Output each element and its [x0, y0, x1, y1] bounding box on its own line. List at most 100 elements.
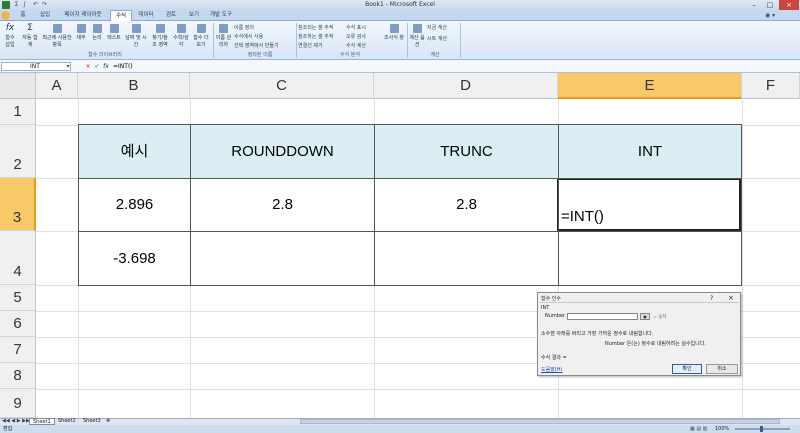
- namebox-dropdown-icon[interactable]: ▾: [64, 62, 72, 71]
- watch-window-button[interactable]: 조사식 창: [384, 24, 404, 41]
- select-all-corner[interactable]: [0, 73, 36, 99]
- insert-function-button[interactable]: fx 함수 삽입: [3, 24, 17, 49]
- help-link[interactable]: 도움말(H): [541, 366, 562, 373]
- minimize-icon[interactable]: –: [747, 0, 761, 10]
- row-header-2[interactable]: 2: [0, 125, 36, 178]
- collapse-dialog-icon[interactable]: ▣: [640, 313, 650, 320]
- view-buttons[interactable]: ▦ ▤ ▥: [690, 425, 707, 433]
- logical-button[interactable]: 논리: [90, 24, 104, 41]
- financial-button[interactable]: 재무: [74, 24, 88, 41]
- date-time-button[interactable]: 날짜 및 시간: [124, 24, 148, 48]
- row-header-4[interactable]: 4: [0, 231, 36, 285]
- group-formula-auditing: 수식 분석: [340, 52, 360, 58]
- cell-d3[interactable]: 2.8: [375, 179, 558, 231]
- number-arg-input[interactable]: [567, 313, 638, 320]
- define-name-item[interactable]: 이름 정의: [234, 25, 254, 31]
- math-trig-button[interactable]: 수학/삼각: [172, 24, 190, 48]
- status-mode: 편집: [3, 426, 13, 432]
- use-in-formula-item[interactable]: 수식에서 사용: [234, 34, 263, 40]
- tab-developer[interactable]: 개발 도구: [206, 10, 236, 21]
- trace-dependents-item[interactable]: 참조하는 셀 추적: [298, 34, 333, 40]
- horizontal-scrollbar[interactable]: [300, 419, 780, 424]
- tab-home[interactable]: 홈: [14, 10, 32, 21]
- confirm-entry-icon[interactable]: ✓: [93, 62, 101, 71]
- sheet-nav-icon[interactable]: ◀◀ ◀ ▶ ▶▶: [2, 418, 30, 425]
- cell-b4[interactable]: -3.698: [79, 232, 190, 285]
- group-function-library: 함수 라이브러리: [88, 52, 122, 58]
- recent-button[interactable]: 최근에 사용한 항목: [42, 24, 72, 48]
- help-icon[interactable]: ◉ ▾: [765, 12, 775, 19]
- cell-e4[interactable]: [559, 232, 741, 285]
- table-border: [78, 124, 742, 125]
- dialog-help-icon[interactable]: ?: [710, 295, 713, 302]
- row-header-6[interactable]: 6: [0, 311, 36, 337]
- office-button[interactable]: [1, 11, 10, 20]
- tab-formulas[interactable]: 수식: [110, 10, 132, 21]
- cell-b2[interactable]: 예시: [79, 125, 190, 178]
- formula-input[interactable]: =INT(): [113, 62, 787, 71]
- function-description: 소수점 아래를 버리고 가장 가까운 정수로 내림합니다.: [541, 331, 654, 337]
- table-border: [78, 231, 742, 232]
- autosum-button[interactable]: Σ 자동 합계: [21, 24, 39, 49]
- cell-c3[interactable]: 2.8: [191, 179, 374, 231]
- trace-precedents-item[interactable]: 참조되는 셀 추적: [298, 25, 333, 31]
- show-formulas-item[interactable]: 수식 표시: [346, 25, 366, 31]
- cell-b3[interactable]: 2.896: [79, 179, 190, 231]
- dialog-close-icon[interactable]: ×: [728, 294, 734, 302]
- name-box[interactable]: INT: [1, 62, 71, 71]
- column-header-c[interactable]: C: [190, 73, 374, 99]
- cell-d2[interactable]: TRUNC: [375, 125, 558, 178]
- calculate-sheet-item[interactable]: 시트 계산: [427, 36, 447, 42]
- zoom-slider-thumb[interactable]: [760, 426, 763, 432]
- row-header-7[interactable]: 7: [0, 337, 36, 363]
- create-from-selection-item[interactable]: 선택 영역에서 만들기: [234, 43, 279, 49]
- ok-button[interactable]: 확인: [672, 364, 702, 374]
- cancel-button[interactable]: 취소: [706, 364, 738, 374]
- fx-insert-icon[interactable]: fx: [102, 62, 110, 71]
- error-checking-item[interactable]: 오류 검사: [346, 34, 366, 40]
- cell-e2[interactable]: INT: [559, 125, 741, 178]
- remove-arrows-item[interactable]: 연결선 제거: [298, 43, 323, 49]
- insert-sheet-icon[interactable]: ✚: [106, 418, 110, 425]
- row-header-8[interactable]: 8: [0, 363, 36, 389]
- ribbon-separator: [460, 23, 461, 58]
- tab-data[interactable]: 데이터: [134, 10, 158, 21]
- tab-review[interactable]: 검토: [160, 10, 182, 21]
- calculate-now-item[interactable]: 지금 계산: [427, 25, 447, 31]
- tab-insert[interactable]: 삽입: [34, 10, 56, 21]
- row-header-3[interactable]: 3: [0, 178, 36, 231]
- column-header-d[interactable]: D: [374, 73, 558, 99]
- row-header-9[interactable]: 9: [0, 389, 36, 418]
- sheet-tab-2[interactable]: Sheet2: [55, 418, 79, 425]
- arg-description: Number 은(는) 정수로 내림하려는 실수입니다.: [605, 341, 706, 347]
- maximize-icon[interactable]: □: [763, 0, 777, 10]
- table-border: [190, 124, 191, 286]
- cell-e3-editor[interactable]: =INT(): [561, 204, 711, 230]
- column-header-e[interactable]: E: [558, 73, 742, 99]
- column-header-a[interactable]: A: [36, 73, 78, 99]
- sheet-tab-3[interactable]: Sheet3: [80, 418, 104, 425]
- cell-c4[interactable]: [191, 232, 374, 285]
- more-functions-button[interactable]: 함수 더 보기: [192, 24, 210, 48]
- lookup-button[interactable]: 찾기/참조 영역: [150, 24, 170, 48]
- divider: [539, 302, 739, 303]
- text-button[interactable]: 텍스트: [106, 24, 122, 41]
- close-icon[interactable]: ×: [779, 0, 799, 10]
- sheet-tab-1[interactable]: Sheet1: [29, 418, 55, 425]
- tab-view[interactable]: 보기: [184, 10, 204, 21]
- zoom-level[interactable]: 100%: [715, 425, 729, 433]
- column-header-b[interactable]: B: [78, 73, 190, 99]
- ribbon-separator: [407, 23, 408, 58]
- name-manager-button[interactable]: 이름 관리자: [215, 24, 232, 48]
- row-header-5[interactable]: 5: [0, 285, 36, 311]
- evaluate-formula-item[interactable]: 수식 계산: [346, 43, 366, 49]
- calc-options-button[interactable]: 계산 옵션: [409, 24, 425, 48]
- column-header-f[interactable]: F: [742, 73, 800, 99]
- ribbon-separator: [213, 23, 214, 58]
- book-icon: [155, 24, 165, 33]
- tab-page-layout[interactable]: 페이지 레이아웃: [58, 10, 108, 21]
- cell-c2[interactable]: ROUNDDOWN: [191, 125, 374, 178]
- cancel-entry-icon[interactable]: ×: [84, 62, 92, 71]
- cell-d4[interactable]: [375, 232, 558, 285]
- row-header-1[interactable]: 1: [0, 99, 36, 125]
